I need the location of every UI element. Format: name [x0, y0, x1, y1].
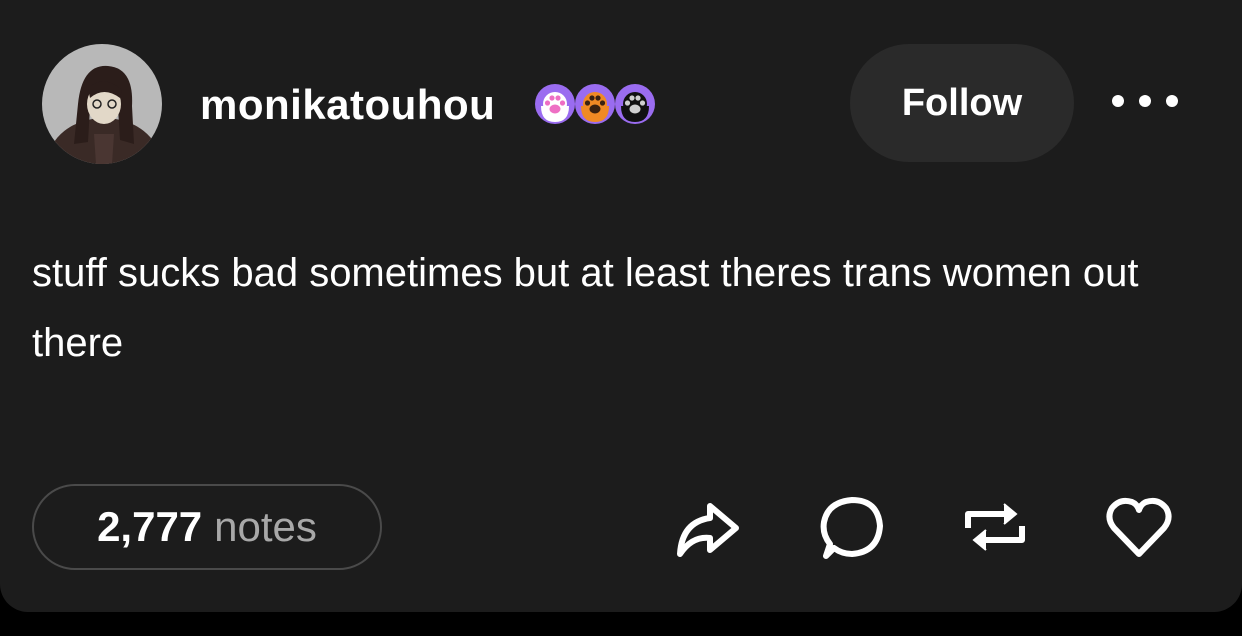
pink-paw-badge-icon [535, 84, 575, 124]
share-icon [677, 503, 739, 557]
reblog-button[interactable] [960, 492, 1030, 562]
notes-button[interactable]: 2,777 notes [32, 484, 382, 570]
username[interactable]: monikatouhou [200, 80, 495, 130]
avatar[interactable] [42, 44, 162, 164]
notes-count: 2,777 [97, 503, 203, 550]
more-options-button[interactable] [1112, 86, 1178, 116]
follow-button[interactable]: Follow [850, 44, 1074, 162]
post-card: monikatouhou Follow stuff sucks bad some… [0, 0, 1242, 612]
reblog-icon [965, 503, 1025, 551]
post-body-text: stuff sucks bad sometimes but at least t… [32, 251, 1139, 365]
avatar-image [42, 44, 162, 164]
more-dots-icon [1139, 95, 1151, 107]
like-icon [1106, 497, 1172, 557]
more-dots-icon [1166, 95, 1178, 107]
more-dots-icon [1112, 95, 1124, 107]
reply-button[interactable] [816, 492, 886, 562]
notes-label: notes [214, 503, 317, 550]
reply-icon [820, 497, 883, 559]
badges [533, 82, 655, 126]
orange-paw-badge-icon [575, 84, 615, 124]
like-button[interactable] [1104, 492, 1174, 562]
share-button[interactable] [672, 492, 742, 562]
black-paw-badge-icon [615, 84, 655, 124]
